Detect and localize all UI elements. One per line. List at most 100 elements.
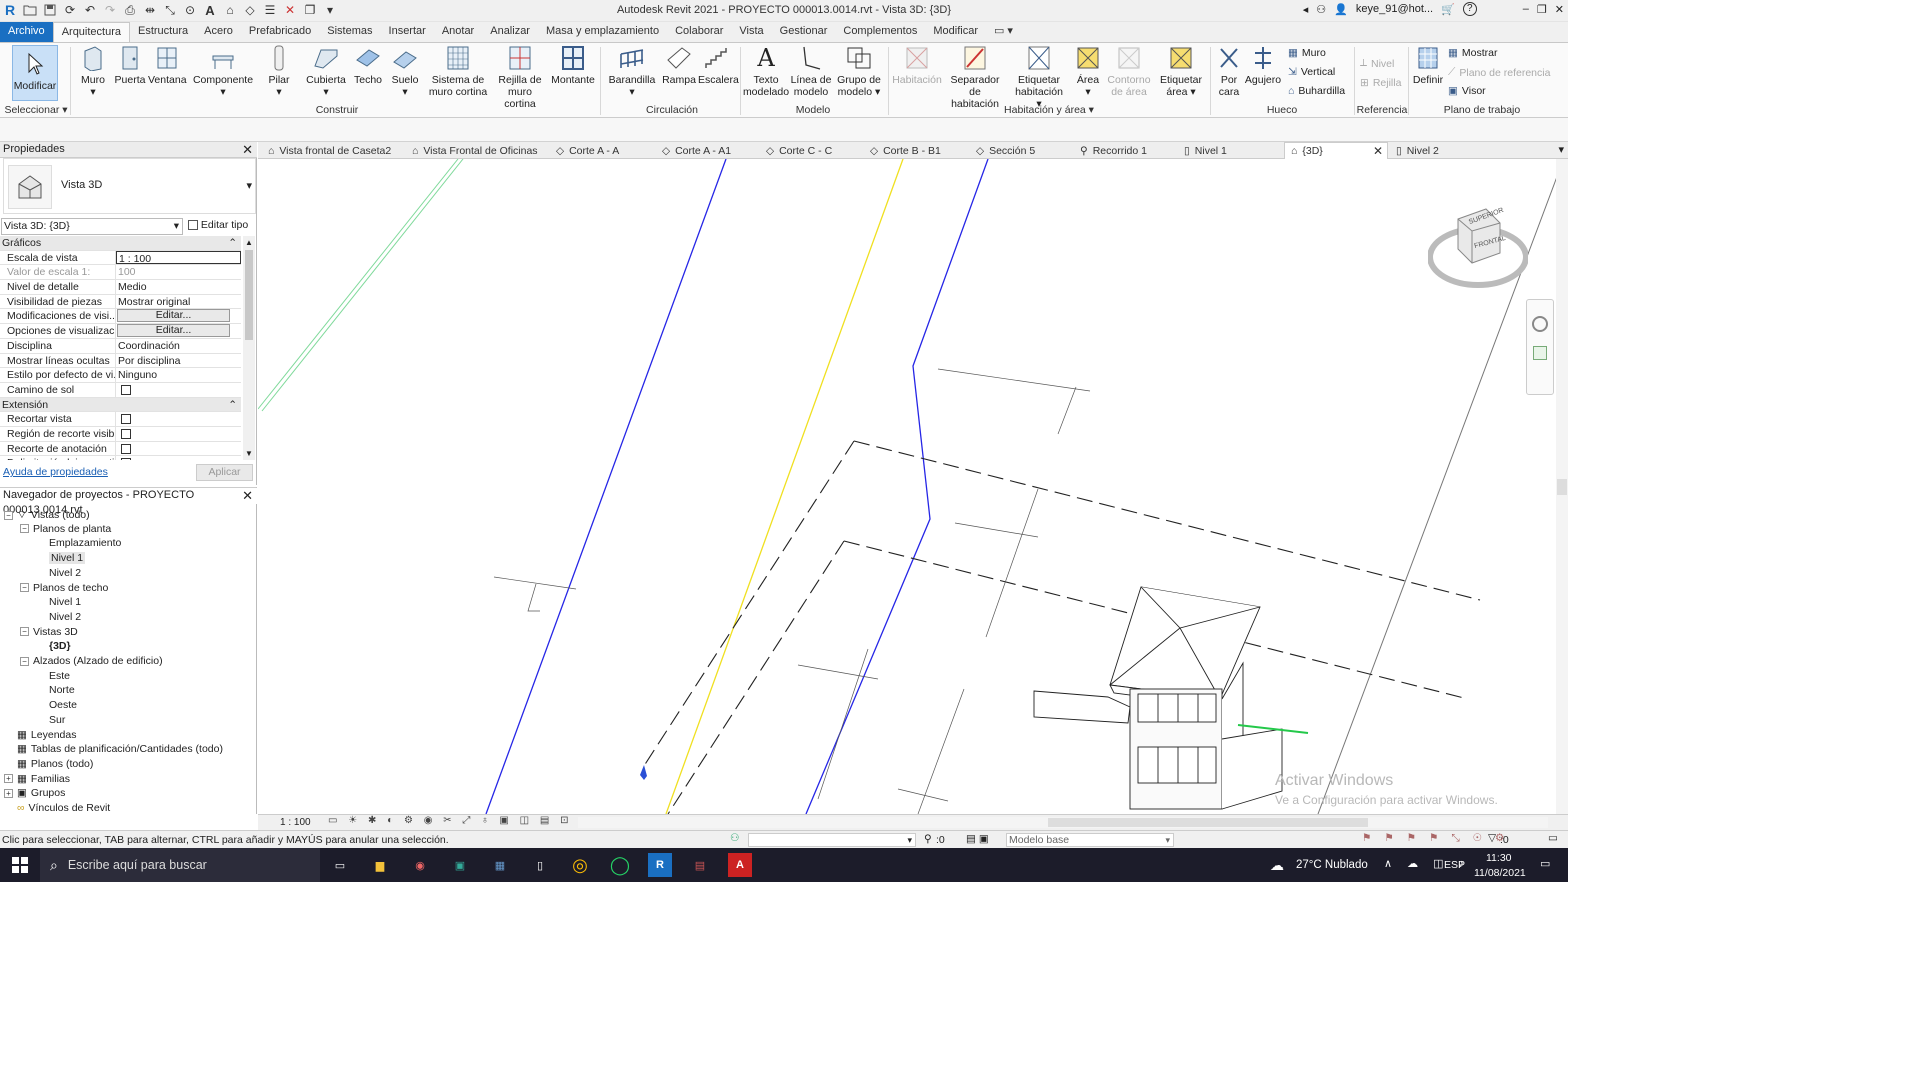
checkbox[interactable] [121, 443, 131, 454]
tab-modificar[interactable]: Modificar [925, 22, 986, 42]
task-view-icon[interactable]: ▭ [328, 853, 352, 877]
apply-button[interactable]: Aplicar [196, 464, 253, 481]
design-options-icon[interactable]: ▤ ▣ [966, 833, 989, 845]
tab-insertar[interactable]: Insertar [381, 22, 434, 42]
app-icon-1[interactable]: ◉ [408, 853, 432, 877]
montante-button[interactable]: Montante [550, 45, 596, 86]
zoom-icon[interactable] [1533, 346, 1547, 360]
thin-lines-icon[interactable]: ☰ [262, 2, 278, 18]
edit-button[interactable]: Editar... [117, 309, 230, 323]
close-hidden-icon[interactable]: ✕ [282, 2, 298, 18]
view-tab[interactable]: ◇ Corte C - C [760, 142, 860, 159]
edit-type-button[interactable]: Editar tipo [188, 218, 248, 235]
tab-anotar[interactable]: Anotar [434, 22, 482, 42]
print-icon[interactable]: ⎙ [122, 2, 138, 18]
collapse-icon[interactable]: ⌃ [228, 236, 237, 250]
redo-icon[interactable]: ↷ [102, 2, 118, 18]
close-icon[interactable]: ✕ [242, 488, 253, 503]
user-icon[interactable]: 👤 [1334, 3, 1348, 16]
view-instance-dropdown[interactable]: Vista 3D: {3D} ▾ [1, 218, 183, 235]
tab-acero[interactable]: Acero [196, 22, 241, 42]
type-selector[interactable]: Vista 3D ▾ [3, 158, 256, 214]
clock-time[interactable]: 11:30 [1486, 852, 1512, 864]
taskbar-search[interactable]: ⌕ Escribe aquí para buscar [40, 848, 320, 882]
winrar-icon[interactable]: ▤ [688, 853, 712, 877]
app-icon-2[interactable]: ▣ [448, 853, 472, 877]
curtain-grid-button[interactable]: Rejilla de muro cortina [494, 45, 546, 110]
componente-button[interactable]: Componente ▾ [192, 45, 254, 98]
tree-node[interactable]: Norte [36, 684, 75, 696]
undo-icon[interactable]: ↶ [82, 2, 98, 18]
properties-scrollbar[interactable]: ▲ ▼ [243, 236, 255, 460]
property-value[interactable]: Medio [118, 281, 147, 293]
filter-icon[interactable]: ▽ [1488, 832, 1496, 844]
ribbon-toggle-icon[interactable]: ▭ ▾ [986, 22, 1021, 42]
maximize-view-icon[interactable]: ▭ [1548, 832, 1558, 844]
tree-node[interactable]: {3D} [36, 640, 71, 652]
view-tab[interactable]: ▯ Nivel 1 [1178, 142, 1280, 159]
steering-wheel-icon[interactable] [1532, 316, 1548, 332]
view-tab[interactable]: ⚲ Recorrido 1 [1074, 142, 1174, 159]
cubierta-button[interactable]: Cubierta ▾ [304, 45, 348, 98]
tab-arquitectura[interactable]: Arquitectura [52, 22, 130, 42]
collapse-icon[interactable]: ⌃ [228, 398, 237, 412]
switch-windows-icon[interactable]: ❐ [302, 2, 318, 18]
checkbox[interactable] [121, 414, 131, 425]
pilar-button[interactable]: Pilar ▾ [266, 45, 292, 98]
definir-button[interactable]: Definir [1410, 45, 1446, 86]
3d-view-icon[interactable]: ⌂ [222, 2, 238, 18]
property-category[interactable]: Gráficos ⌃ [0, 236, 241, 251]
checkbox[interactable] [121, 428, 131, 439]
rejilla-button[interactable]: ⊞ Rejilla [1360, 77, 1401, 89]
property-category[interactable]: Extensión ⌃ [0, 397, 241, 413]
customize-qat-icon[interactable]: ▾ [322, 2, 338, 18]
edit-button[interactable]: Editar... [117, 324, 230, 338]
worksets-icon[interactable]: ⚇ [730, 832, 739, 844]
agujero-button[interactable]: Agujero [1244, 45, 1282, 86]
weather-icon[interactable]: ☁ [1270, 857, 1284, 874]
property-value[interactable]: 1 : 100 [119, 253, 151, 264]
tab-colaborar[interactable]: Colaborar [667, 22, 731, 42]
tree-node[interactable]: + ▦ Familias [4, 773, 70, 785]
expand-toggle-icon[interactable]: − [4, 510, 13, 520]
tab-gestionar[interactable]: Gestionar [772, 22, 836, 42]
muro-button[interactable]: Muro ▾ [78, 45, 108, 98]
mostrar-button[interactable]: ▦ Mostrar [1448, 47, 1498, 59]
expand-toggle-icon[interactable]: − [20, 583, 29, 592]
design-option-dropdown[interactable]: Modelo base ▾ [1006, 833, 1174, 847]
viewport-scrollbar[interactable] [1556, 159, 1568, 814]
seleccionar-dropdown[interactable]: Seleccionar ▾ [4, 104, 68, 116]
editable-only-icon[interactable]: ⚲ [924, 833, 932, 845]
clock-date[interactable]: 11/08/2021 [1474, 867, 1526, 879]
tree-node[interactable]: Sur [36, 714, 65, 726]
tab-sistemas[interactable]: Sistemas [319, 22, 380, 42]
tree-node[interactable]: Nivel 1 [36, 552, 86, 565]
contorno-area-button[interactable]: Contorno de área [1106, 45, 1152, 98]
language-indicator[interactable]: ESP [1444, 859, 1465, 871]
whatsapp-icon[interactable]: ◯ [608, 853, 632, 877]
horizontal-scrollbar[interactable] [578, 817, 1548, 828]
notepad-icon[interactable]: ▯ [528, 853, 552, 877]
hueco-vertical-button[interactable]: ⇲ Vertical [1288, 66, 1335, 78]
weather-text[interactable]: 27°C Nublado [1296, 859, 1368, 871]
sync-icon[interactable]: ⟳ [62, 2, 78, 18]
tab-estructura[interactable]: Estructura [130, 22, 196, 42]
property-value[interactable]: Por disciplina [118, 355, 180, 367]
linea-modelo-button[interactable]: Línea de modelo [790, 45, 832, 98]
chrome-icon[interactable]: ◎ [568, 853, 592, 877]
tree-node[interactable]: Oeste [36, 699, 77, 711]
viewcube[interactable]: SUPERIOR FRONTAL [1427, 201, 1529, 291]
tree-node[interactable]: − Vistas 3D [20, 626, 78, 638]
close-icon[interactable]: ✕ [242, 142, 253, 157]
hueco-muro-button[interactable]: ▦ Muro [1288, 47, 1326, 59]
escalera-button[interactable]: Escalera [698, 45, 739, 86]
tree-node[interactable]: Este [36, 670, 70, 682]
checkbox[interactable] [121, 384, 131, 395]
tree-node[interactable]: Nivel 2 [36, 611, 81, 623]
view-tab[interactable]: ◇ Corte A - A1 [656, 142, 756, 159]
tree-node[interactable]: + ▣ Grupos [4, 787, 65, 799]
nivel-button[interactable]: ⟂ Nivel [1360, 57, 1394, 70]
property-value[interactable]: Mostrar original [118, 296, 190, 308]
tab-complementos[interactable]: Complementos [835, 22, 925, 42]
suelo-button[interactable]: Suelo ▾ [388, 45, 422, 98]
